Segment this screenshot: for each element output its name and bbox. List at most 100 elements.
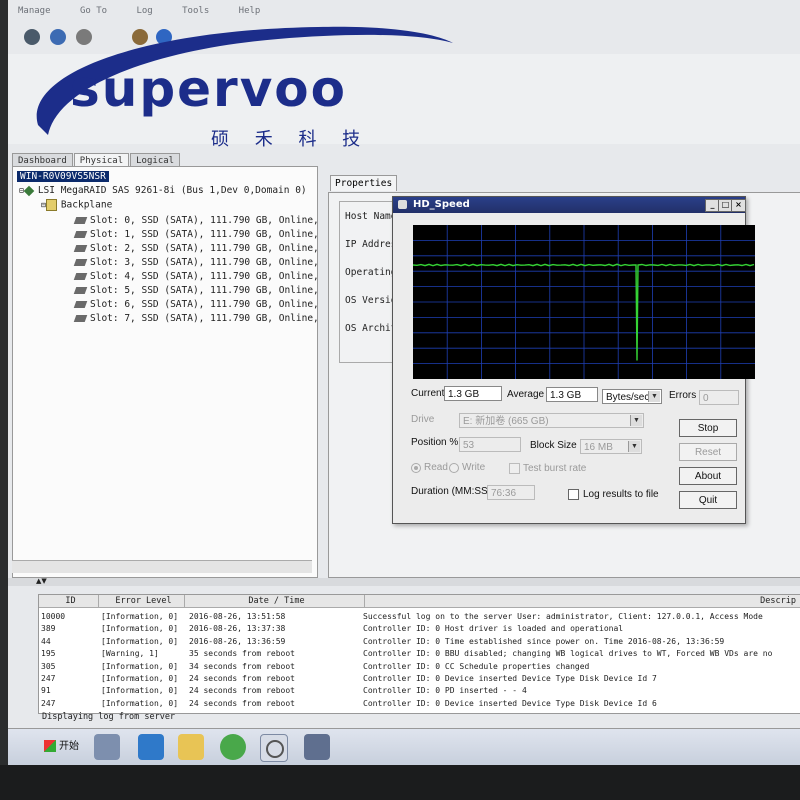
log-results-checkbox[interactable] <box>568 489 579 500</box>
drive-icon <box>73 231 88 238</box>
tree-controller-label: LSI MegaRAID SAS 9261-8i (Bus 1,Dev 0,Do… <box>37 185 307 196</box>
drive-icon <box>73 273 88 280</box>
block-size-select[interactable]: 16 MB ▼ <box>580 439 642 454</box>
backplane-icon <box>45 199 57 211</box>
unit-select[interactable]: Bytes/sec ▼ <box>602 389 662 404</box>
position-field[interactable]: 53 <box>459 437 521 452</box>
column-header-description[interactable]: Descrip <box>365 595 800 608</box>
tree-slot[interactable]: Slot: 6, SSD (SATA), 111.790 GB, Online,… <box>73 299 317 310</box>
chevron-down-icon[interactable]: ▼ <box>628 441 640 452</box>
tree-slot-label: Slot: 5, SSD (SATA), 111.790 GB, Online,… <box>90 285 318 296</box>
tree-horizontal-scrollbar[interactable] <box>12 560 312 573</box>
current-label: Current <box>411 388 445 399</box>
position-label: Position % <box>411 437 459 448</box>
cell-date-time: 35 seconds from reboot <box>189 649 295 659</box>
column-header-date-time[interactable]: Date / Time <box>185 595 365 608</box>
cell-description: Controller ID: 0 Time established since … <box>363 636 725 646</box>
tree-slot-label: Slot: 4, SSD (SATA), 111.790 GB, Online,… <box>90 271 318 282</box>
tree-slot[interactable]: Slot: 1, SSD (SATA), 111.790 GB, Online,… <box>73 229 318 240</box>
cell-date-time: 2016-08-26, 13:51:58 <box>189 612 286 621</box>
log-results-label: Log results to file <box>583 489 659 500</box>
tree-slot[interactable]: Slot: 5, SSD (SATA), 111.790 GB, Online,… <box>73 285 318 296</box>
status-bar-text: Displaying log from server <box>42 712 176 722</box>
tree-slot[interactable]: Slot: 0, SSD (SATA), 111.790 GB, Online,… <box>73 215 318 226</box>
about-button[interactable]: About <box>679 467 737 485</box>
column-header-error-level[interactable]: Error Level <box>99 595 185 608</box>
tree-slot[interactable]: Slot: 2, SSD (SATA), 111.790 GB, Online,… <box>73 243 318 254</box>
start-button[interactable]: 开始 <box>44 737 79 752</box>
collapse-arrows-icon[interactable]: ▲▼ <box>36 577 47 585</box>
tree-slot-label: Slot: 1, SSD (SATA), 111.790 GB, Online,… <box>90 229 318 240</box>
tab-properties[interactable]: Properties <box>330 175 398 191</box>
prop-host-name-label: Host Name <box>345 211 397 222</box>
reset-button[interactable]: Reset <box>679 443 737 461</box>
cell-id: 10000 <box>41 612 66 621</box>
close-icon[interactable]: × <box>731 199 746 212</box>
drive-icon <box>73 315 88 322</box>
average-value-field: 1.3 GB <box>546 387 598 402</box>
dialog-title: HD_Speed <box>413 199 470 210</box>
chevron-down-icon[interactable]: ▼ <box>630 415 642 426</box>
test-burst-label: Test burst rate <box>523 463 587 474</box>
cell-date-time: 2016-08-26, 13:37:38 <box>189 624 286 634</box>
drive-icon <box>73 217 88 224</box>
tree-controller[interactable]: ⊟ LSI MegaRAID SAS 9261-8i (Bus 1,Dev 0,D… <box>19 185 307 196</box>
cell-description: Controller ID: 0 PD inserted - - 4 <box>363 686 527 696</box>
chevron-down-icon[interactable]: ▼ <box>648 391 660 402</box>
desktop-screen: Manage Go To Log Tools Help supervoo 硕 禾… <box>8 0 800 765</box>
tree-backplane-label: Backplane <box>60 199 113 211</box>
block-size-value: 16 MB <box>584 442 613 453</box>
tree-slot-label: Slot: 7, SSD (SATA), 111.790 GB, Online,… <box>90 313 318 324</box>
unit-select-value: Bytes/sec <box>606 392 650 403</box>
tree-slot-label: Slot: 2, SSD (SATA), 111.790 GB, Online,… <box>90 243 318 254</box>
cell-description: Controller ID: 0 CC Schedule properties … <box>363 661 590 671</box>
cell-error-level: [Warning, 1] <box>101 649 159 659</box>
cell-error-level: [Information, 0] <box>101 624 179 634</box>
read-radio[interactable] <box>411 463 421 473</box>
quit-button[interactable]: Quit <box>679 491 737 509</box>
duration-field: 76:36 <box>487 485 535 500</box>
tree-slot[interactable]: Slot: 7, SSD (SATA), 111.790 GB, Online,… <box>73 313 318 324</box>
write-label: Write <box>462 462 486 473</box>
cell-error-level: [Information, 0] <box>101 661 179 671</box>
start-label: 开始 <box>59 741 79 752</box>
logo-chinese-text: 硕 禾 科 技 <box>211 129 371 150</box>
cell-date-time: 24 seconds from reboot <box>189 674 295 683</box>
hd-speed-dialog: HD_Speed _ □ × Current 1.3 GB Average 1.… <box>392 196 755 524</box>
cell-date-time: 34 seconds from reboot <box>189 661 295 671</box>
cell-id: 389 <box>41 624 56 634</box>
cell-id: 91 <box>41 686 51 696</box>
tree-backplane[interactable]: ⊟ Backplane <box>41 199 112 211</box>
tree-root-server[interactable]: WIN-R0V09VS5NSR <box>17 171 109 182</box>
average-label: Average <box>507 389 545 400</box>
hd-speed-taskbar-icon[interactable] <box>260 734 288 762</box>
tree-slot[interactable]: Slot: 4, SSD (SATA), 111.790 GB, Online,… <box>73 271 318 282</box>
test-burst-checkbox[interactable] <box>509 463 520 474</box>
cell-error-level: [Information, 0] <box>101 674 179 683</box>
megaraid-storage-icon[interactable] <box>304 734 330 760</box>
explorer-folder-icon[interactable] <box>178 734 204 760</box>
drive-icon <box>73 259 88 266</box>
cell-date-time: 24 seconds from reboot <box>189 698 295 708</box>
write-radio[interactable] <box>449 463 459 473</box>
server-manager-icon[interactable] <box>94 734 120 760</box>
internet-explorer-icon[interactable] <box>220 734 246 760</box>
read-label: Read <box>424 462 448 473</box>
cell-date-time: 2016-08-26, 13:36:59 <box>189 636 286 646</box>
windows-logo-icon <box>44 740 56 752</box>
tree-slot-label: Slot: 0, SSD (SATA), 111.790 GB, Online,… <box>90 215 318 226</box>
cell-id: 195 <box>41 649 56 659</box>
drive-select-value: E: 新加卷 (665 GB) <box>463 416 549 427</box>
cell-date-time: 24 seconds from reboot <box>189 686 295 696</box>
column-header-id[interactable]: ID <box>39 595 99 608</box>
panel-splitter[interactable]: ▲▼ <box>8 577 800 586</box>
powershell-icon[interactable] <box>138 734 164 760</box>
tree-slot[interactable]: Slot: 3, SSD (SATA), 111.790 GB, Online,… <box>73 257 317 268</box>
cell-error-level: [Information, 0] <box>101 612 179 621</box>
stop-button[interactable]: Stop <box>679 419 737 437</box>
monitor-bezel <box>0 765 800 800</box>
drive-select[interactable]: E: 新加卷 (665 GB) ▼ <box>459 413 644 428</box>
dialog-titlebar[interactable]: HD_Speed _ □ × <box>393 197 746 213</box>
drive-icon <box>73 245 88 252</box>
cell-description: Controller ID: 0 Host driver is loaded a… <box>363 624 624 634</box>
